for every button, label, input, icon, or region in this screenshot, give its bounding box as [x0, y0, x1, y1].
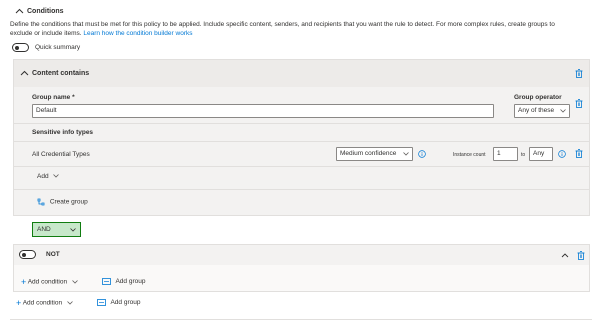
- group-operator-label: Group operator: [514, 94, 562, 101]
- add-group-icon: [102, 278, 111, 285]
- delete-sit-trash-icon[interactable]: [575, 149, 583, 158]
- create-group-label: Create group: [49, 198, 88, 206]
- instance-min-input[interactable]: 1: [493, 147, 518, 161]
- conditions-description-line2: exclude or include items. Learn how the …: [10, 30, 192, 38]
- divider: [14, 123, 589, 124]
- quick-summary-label: Quick summary: [35, 44, 81, 51]
- to-label: to: [521, 152, 526, 158]
- sit-name: All Credential Types: [32, 151, 90, 158]
- not-group-header-bar: [14, 245, 589, 265]
- confidence-value: Medium confidence: [340, 150, 397, 157]
- add-group-button[interactable]: Add group: [97, 299, 140, 307]
- add-condition-label: Add condition: [22, 299, 63, 307]
- collapse-chevron-icon[interactable]: [20, 70, 29, 76]
- chevron-down-icon: [560, 109, 566, 113]
- bottom-divider: [10, 319, 592, 320]
- chevron-down-icon: [70, 228, 76, 232]
- and-operator-dropdown[interactable]: AND: [32, 222, 81, 237]
- chevron-up-icon[interactable]: [15, 8, 24, 14]
- plus-icon: +: [21, 277, 27, 287]
- chevron-down-icon: [403, 152, 409, 156]
- add-group-label: Add group: [110, 299, 141, 307]
- quick-summary-toggle[interactable]: [12, 43, 29, 52]
- group-operator-dropdown[interactable]: Any of these: [514, 104, 570, 118]
- divider: [14, 166, 589, 167]
- instance-count-label: Instance count: [453, 152, 486, 158]
- group-name-input[interactable]: Default: [32, 104, 494, 118]
- add-button[interactable]: Add: [37, 173, 60, 181]
- chevron-down-icon: [67, 300, 73, 305]
- and-operator-value: AND: [37, 226, 51, 233]
- group-operator-value: Any of these: [518, 107, 555, 114]
- info-icon[interactable]: [558, 150, 566, 158]
- chevron-down-icon: [53, 174, 60, 178]
- add-group-icon: [97, 299, 106, 306]
- sensitive-info-types-label: Sensitive info types: [32, 129, 94, 136]
- divider: [14, 189, 589, 190]
- add-condition-button[interactable]: + Add condition: [16, 299, 73, 308]
- not-add-group-button[interactable]: Add group: [102, 278, 145, 286]
- info-icon[interactable]: [418, 150, 426, 158]
- divider: [14, 141, 589, 142]
- delete-group-trash-icon[interactable]: [575, 99, 583, 108]
- not-add-condition-button[interactable]: + Add condition: [21, 278, 78, 287]
- create-group-icon: [37, 198, 45, 206]
- confidence-dropdown[interactable]: Medium confidence: [336, 147, 413, 161]
- add-condition-label: Add condition: [27, 278, 68, 286]
- content-contains-header-bar: [14, 60, 589, 87]
- add-group-label: Add group: [115, 278, 146, 286]
- chevron-up-icon[interactable]: [561, 252, 569, 258]
- chevron-down-icon: [72, 279, 78, 284]
- learn-condition-builder-link[interactable]: Learn how the condition builder works: [83, 30, 192, 37]
- conditions-description: Define the conditions that must be met f…: [10, 21, 555, 28]
- plus-icon: +: [16, 298, 22, 308]
- content-contains-title: Content contains: [32, 70, 90, 77]
- delete-not-group-trash-icon[interactable]: [577, 251, 585, 260]
- instance-max-input[interactable]: Any: [529, 147, 553, 161]
- description-text: exclude or include items.: [10, 30, 82, 37]
- not-label: NOT: [46, 251, 60, 258]
- not-toggle[interactable]: [19, 250, 36, 259]
- conditions-title: Conditions: [27, 8, 64, 15]
- add-label: Add: [37, 173, 49, 180]
- delete-trash-icon[interactable]: [575, 69, 583, 78]
- create-group-button[interactable]: Create group: [37, 198, 88, 207]
- group-name-label: Group name *: [32, 94, 75, 101]
